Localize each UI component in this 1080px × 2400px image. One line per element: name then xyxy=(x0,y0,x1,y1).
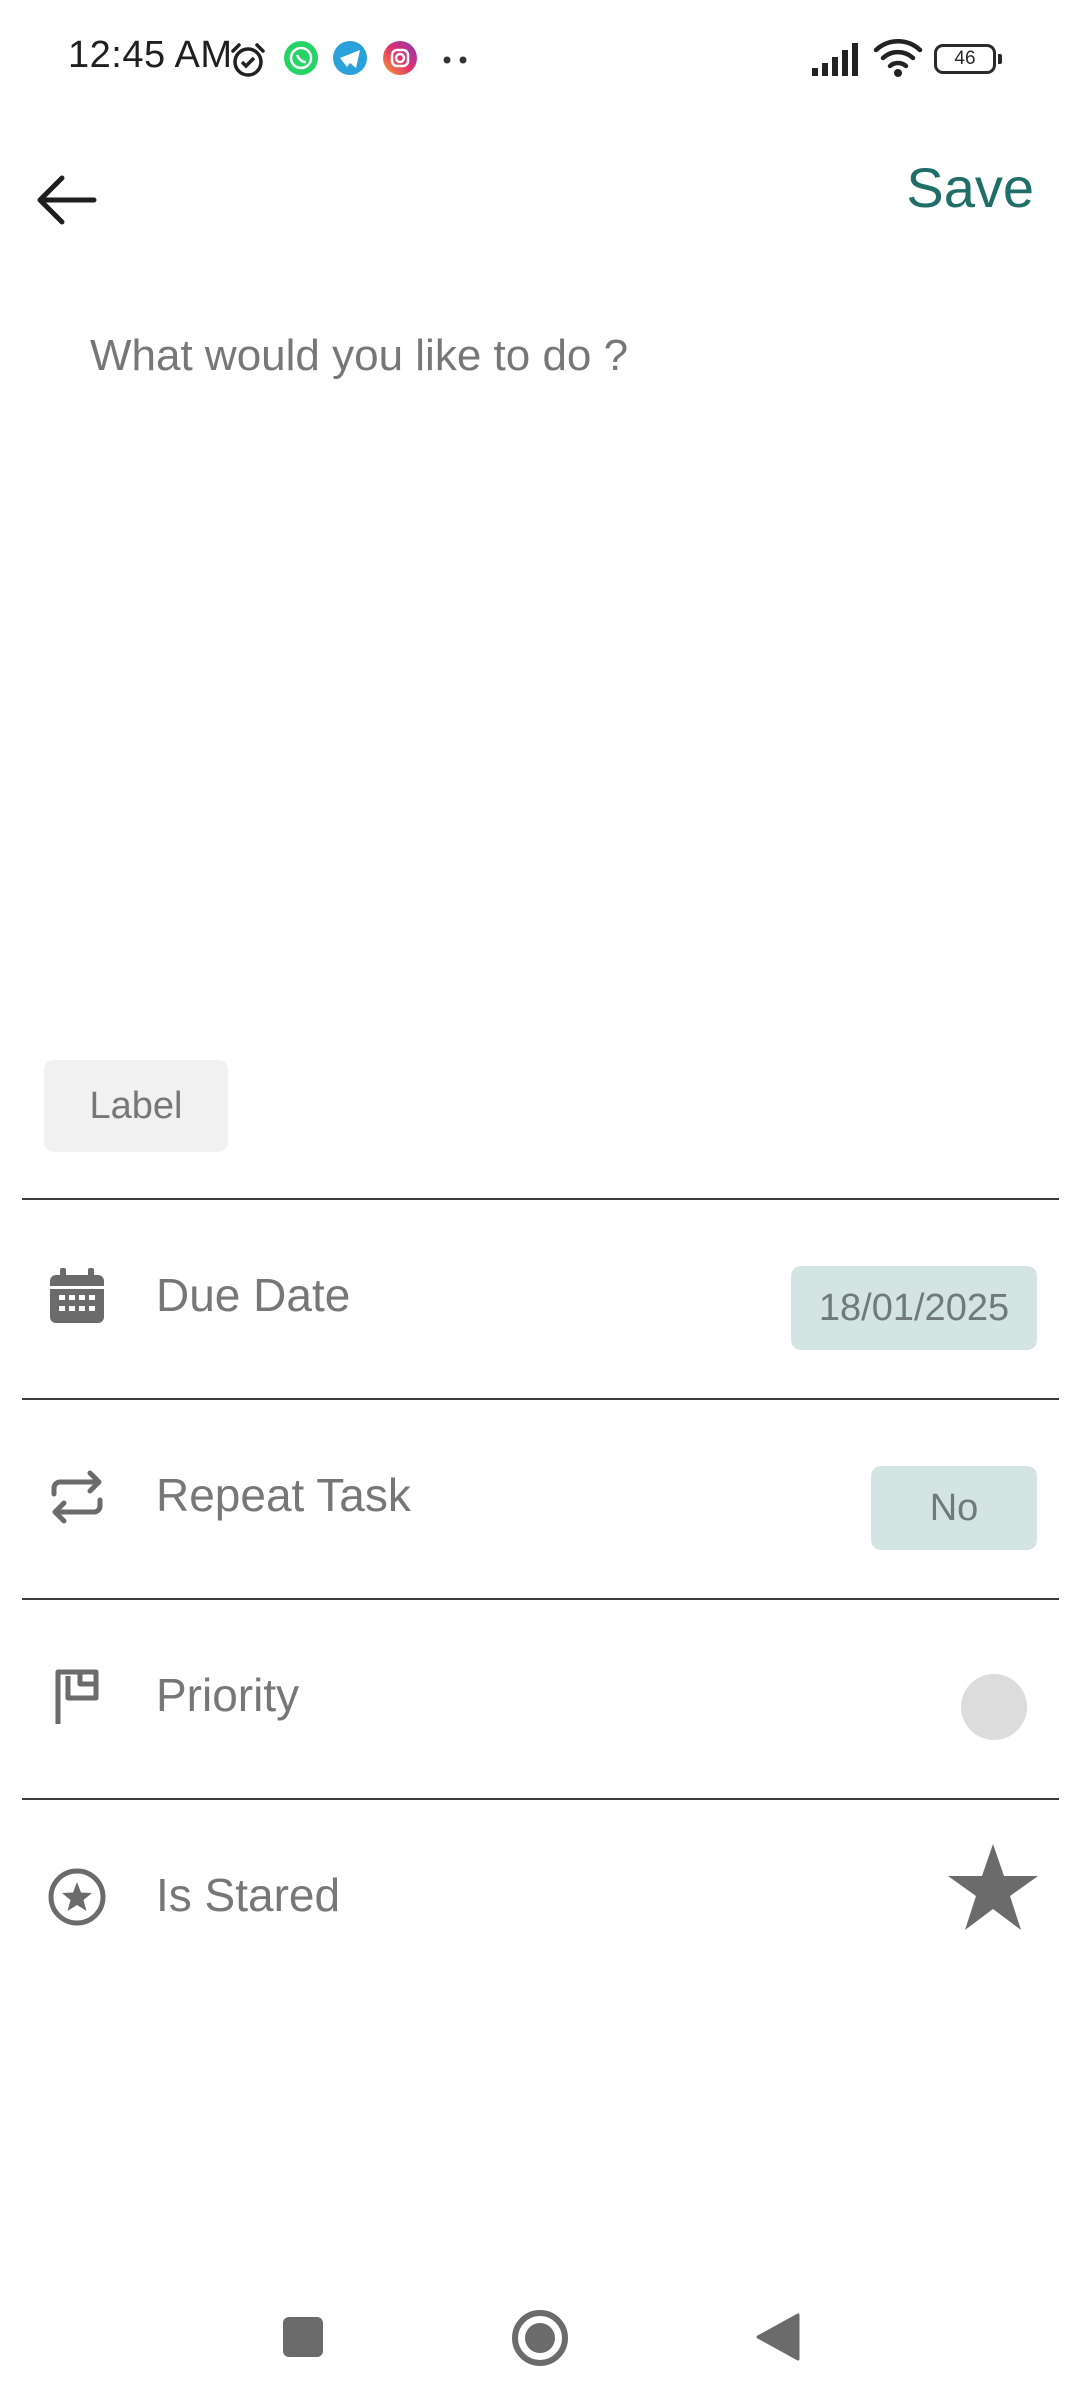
star-circle-icon xyxy=(44,1864,110,1930)
repeat-icon xyxy=(44,1464,110,1530)
repeat-task-value[interactable]: No xyxy=(871,1466,1037,1550)
status-time: 12:45 AM xyxy=(68,34,233,76)
signal-icon xyxy=(810,40,860,81)
task-title-input[interactable] xyxy=(88,310,992,402)
back-nav-button[interactable] xyxy=(754,2312,800,2367)
home-button[interactable] xyxy=(510,2308,570,2373)
recents-square-icon xyxy=(283,2317,323,2357)
due-date-row[interactable]: Due Date 18/01/2025 xyxy=(22,1200,1059,1396)
due-date-label: Due Date xyxy=(156,1269,351,1321)
priority-label: Priority xyxy=(156,1669,300,1721)
instagram-icon xyxy=(382,40,418,76)
repeat-task-label: Repeat Task xyxy=(156,1469,411,1521)
starred-row[interactable]: Is Stared xyxy=(22,1800,1059,1996)
priority-toggle[interactable] xyxy=(961,1674,1027,1740)
battery-level: 46 xyxy=(954,48,976,69)
arrow-left-icon xyxy=(37,175,97,225)
battery-icon: 46 xyxy=(934,44,1002,74)
back-button[interactable] xyxy=(28,160,104,236)
back-triangle-icon xyxy=(756,2313,800,2361)
recents-button[interactable] xyxy=(282,2316,324,2363)
calendar-icon xyxy=(44,1264,110,1330)
home-circle-icon xyxy=(512,2310,568,2366)
star-icon xyxy=(948,1844,1038,1930)
whatsapp-icon xyxy=(283,40,319,76)
due-date-value[interactable]: 18/01/2025 xyxy=(791,1266,1037,1350)
label-chip[interactable]: Label xyxy=(44,1060,228,1152)
repeat-task-row[interactable]: Repeat Task No xyxy=(22,1400,1059,1596)
starred-label: Is Stared xyxy=(156,1869,341,1921)
status-bar: 12:45 AM 46 xyxy=(0,0,1080,120)
alarm-icon xyxy=(228,40,265,77)
wifi-icon xyxy=(873,36,923,83)
priority-row[interactable]: Priority xyxy=(22,1600,1059,1796)
flag-icon xyxy=(44,1664,110,1730)
star-toggle[interactable] xyxy=(945,1840,1041,1936)
telegram-icon xyxy=(332,40,368,76)
save-button[interactable]: Save xyxy=(906,155,1034,220)
more-dots-icon xyxy=(442,52,470,70)
